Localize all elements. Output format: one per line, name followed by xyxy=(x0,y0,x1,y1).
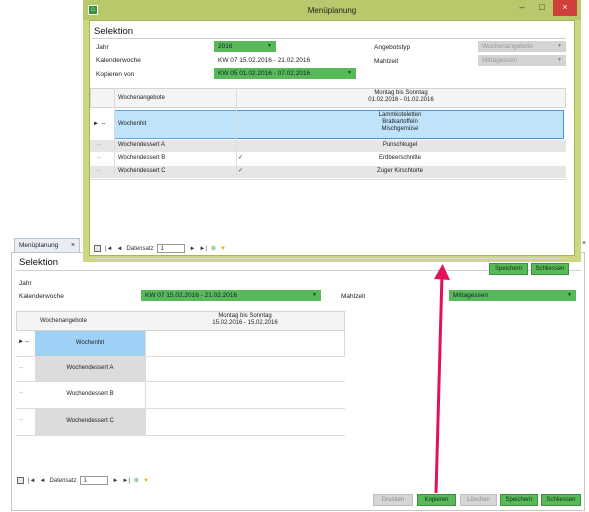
annotation-arrow xyxy=(434,264,450,494)
arrow-shaft xyxy=(434,273,444,494)
arrow-head xyxy=(434,264,450,280)
